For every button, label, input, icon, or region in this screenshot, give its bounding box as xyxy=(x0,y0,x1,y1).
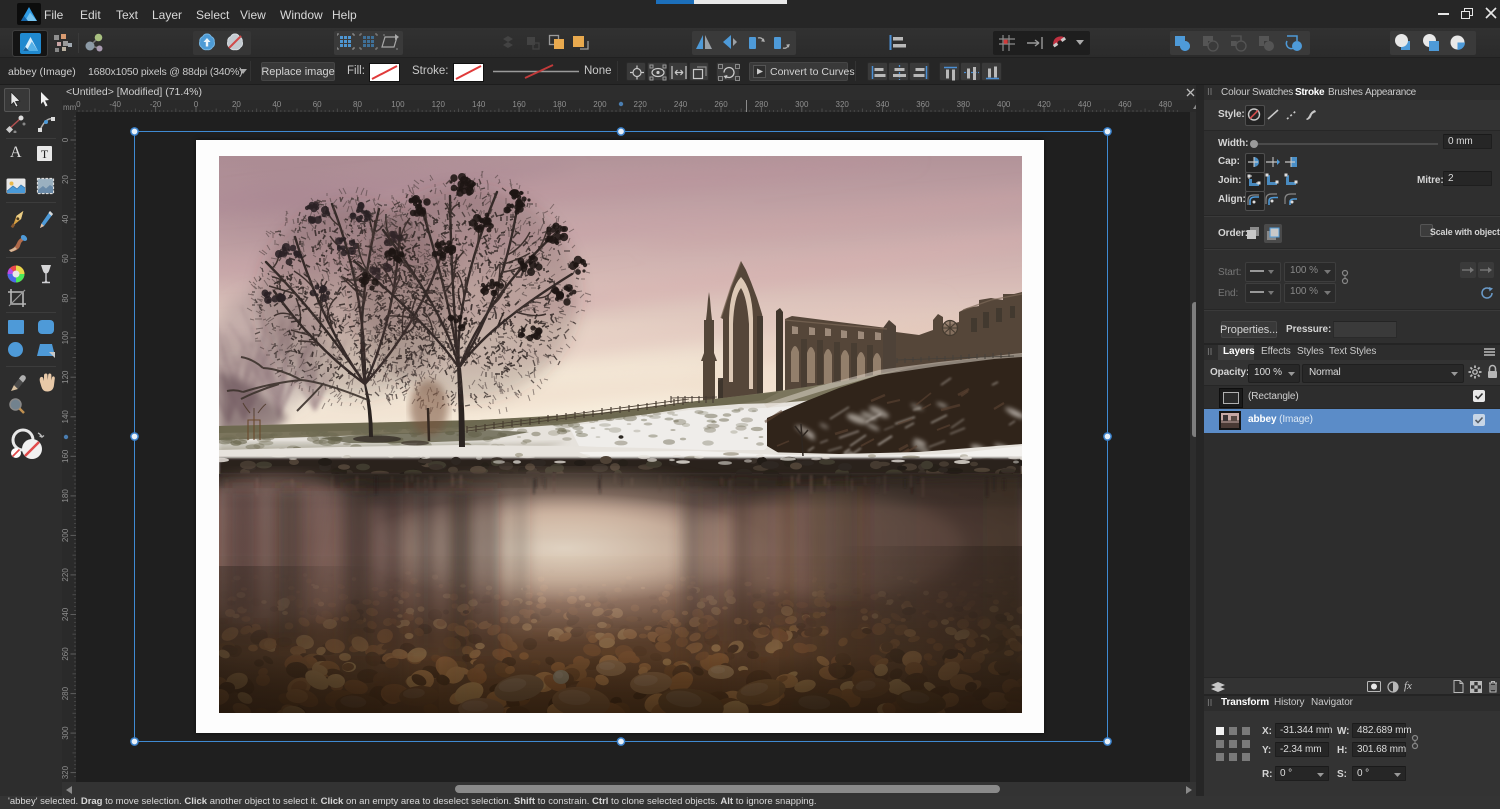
svg-text:380: 380 xyxy=(957,100,971,109)
svg-text:420: 420 xyxy=(1037,100,1051,109)
svg-text:160: 160 xyxy=(512,100,526,109)
svg-text:160: 160 xyxy=(62,449,70,463)
svg-text:340: 340 xyxy=(876,100,890,109)
svg-text:120: 120 xyxy=(432,100,446,109)
svg-text:20: 20 xyxy=(232,100,241,109)
svg-text:260: 260 xyxy=(714,100,728,109)
svg-text:300: 300 xyxy=(62,726,70,740)
svg-text:220: 220 xyxy=(62,568,70,582)
svg-text:100: 100 xyxy=(391,100,405,109)
svg-text:100: 100 xyxy=(62,330,70,344)
svg-text:40: 40 xyxy=(272,100,281,109)
svg-text:280: 280 xyxy=(62,686,70,700)
svg-text:240: 240 xyxy=(674,100,688,109)
svg-text:40: 40 xyxy=(62,214,70,223)
svg-text:0: 0 xyxy=(62,137,70,142)
svg-text:180: 180 xyxy=(62,489,70,503)
svg-text:-20: -20 xyxy=(150,100,162,109)
svg-text:320: 320 xyxy=(62,765,70,779)
svg-text:80: 80 xyxy=(62,293,70,302)
svg-text:140: 140 xyxy=(62,410,70,424)
svg-text:220: 220 xyxy=(634,100,648,109)
svg-text:180: 180 xyxy=(553,100,567,109)
svg-text:120: 120 xyxy=(62,370,70,384)
svg-text:440: 440 xyxy=(1078,100,1092,109)
svg-text:60: 60 xyxy=(313,100,322,109)
svg-text:20: 20 xyxy=(62,175,70,184)
svg-text:460: 460 xyxy=(1118,100,1132,109)
svg-text:240: 240 xyxy=(62,607,70,621)
svg-text:-40: -40 xyxy=(109,100,121,109)
svg-text:320: 320 xyxy=(836,100,850,109)
svg-text:80: 80 xyxy=(353,100,362,109)
svg-text:400: 400 xyxy=(997,100,1011,109)
svg-text:60: 60 xyxy=(62,254,70,263)
svg-text:280: 280 xyxy=(755,100,769,109)
svg-text:0: 0 xyxy=(194,100,199,109)
svg-text:360: 360 xyxy=(916,100,930,109)
svg-text:T: T xyxy=(41,147,49,161)
svg-text:200: 200 xyxy=(62,528,70,542)
svg-text:300: 300 xyxy=(795,100,809,109)
svg-text:260: 260 xyxy=(62,647,70,661)
svg-text:200: 200 xyxy=(593,100,607,109)
svg-text:480: 480 xyxy=(1159,100,1173,109)
svg-text:140: 140 xyxy=(472,100,486,109)
